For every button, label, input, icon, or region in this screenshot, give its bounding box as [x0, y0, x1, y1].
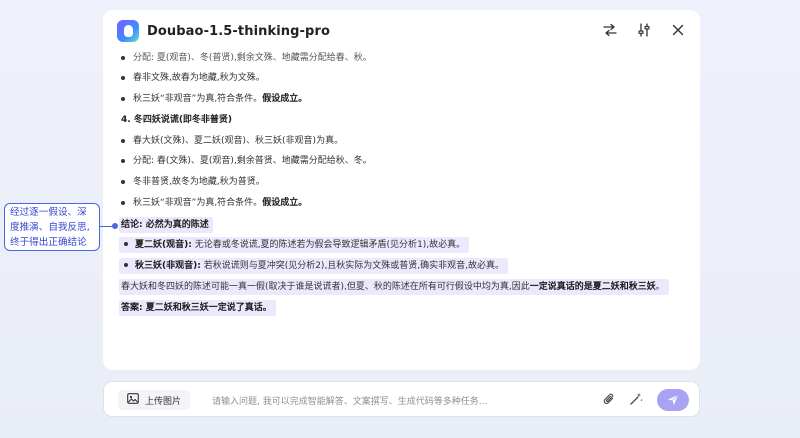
section-heading: 4. 冬四妖说谎(即冬非普贤) [121, 115, 233, 125]
list-item: 分配: 春(文殊)、夏(观音),剩余普贤、地藏需分配给秋、冬。 [119, 154, 372, 168]
paperclip-icon[interactable] [603, 391, 615, 410]
chat-header: Doubao-1.5-thinking-pro [103, 10, 700, 52]
answer-line: 答案: 夏二妖和秋三妖一定说了真话。 [119, 300, 276, 316]
chat-input-bar: 上传图片 请输入问题, 我可以完成智能解答、文案撰写、生成代码等多种任务... [103, 381, 700, 417]
list-item: 冬非普贤,故冬为地藏,秋为普贤。 [119, 175, 265, 189]
list-item: 秋三妖“非观音”为真,符合条件。假设成立。 [119, 92, 307, 106]
conclusion-item: 夏二妖(观音): 无论春或冬说谎,夏的陈述若为假会导致逻辑矛盾(见分析1),故必… [119, 237, 470, 253]
upload-image-button[interactable]: 上传图片 [118, 390, 191, 410]
model-title: Doubao-1.5-thinking-pro [147, 23, 330, 39]
list-item: 春大妖(文殊)、夏二妖(观音)、秋三妖(非观音)为真。 [119, 134, 343, 148]
chat-panel: Doubao-1.5-thinking-pro 分配: 夏(观音)、冬(普贤),… [103, 10, 700, 370]
conclusion-heading: 结论: 必然为真的陈述 [119, 217, 213, 233]
send-button[interactable] [657, 389, 689, 411]
summary-paragraph: 春大妖和冬四妖的陈述可能一真一假(取决于谁是说谎者),但夏、秋的陈述在所有可行假… [119, 279, 669, 295]
list-item: 春非文殊,故春为地藏,秋为文殊。 [119, 71, 265, 85]
list-item: 秋三妖“非观音”为真,符合条件。假设成立。 [119, 196, 307, 210]
send-icon [667, 391, 679, 410]
close-icon[interactable] [670, 22, 686, 38]
doubao-logo-icon [117, 20, 139, 42]
list-item: 分配: 夏(观音)、冬(普贤),剩余文殊、地藏需分配给春、秋。 [119, 51, 372, 65]
annotation-callout: 经过逐一假设、深 度推演、自我反思, 终于得出正确结论 [4, 203, 100, 251]
image-upload-icon [127, 393, 139, 407]
conclusion-item: 秋三妖(非观音): 若秋说谎则与夏冲突(见分析2),且秋实际为文殊或普贤,确实非… [119, 258, 509, 274]
magic-wand-icon[interactable] [629, 391, 643, 410]
message-content: 分配: 夏(观音)、冬(普贤),剩余文殊、地藏需分配给春、秋。 春非文殊,故春为… [119, 52, 684, 370]
swap-icon[interactable] [602, 22, 618, 38]
message-input[interactable]: 请输入问题, 我可以完成智能解答、文案撰写、生成代码等多种任务... [212, 394, 487, 407]
annotation-dot [112, 223, 118, 229]
sliders-icon[interactable] [636, 22, 652, 38]
